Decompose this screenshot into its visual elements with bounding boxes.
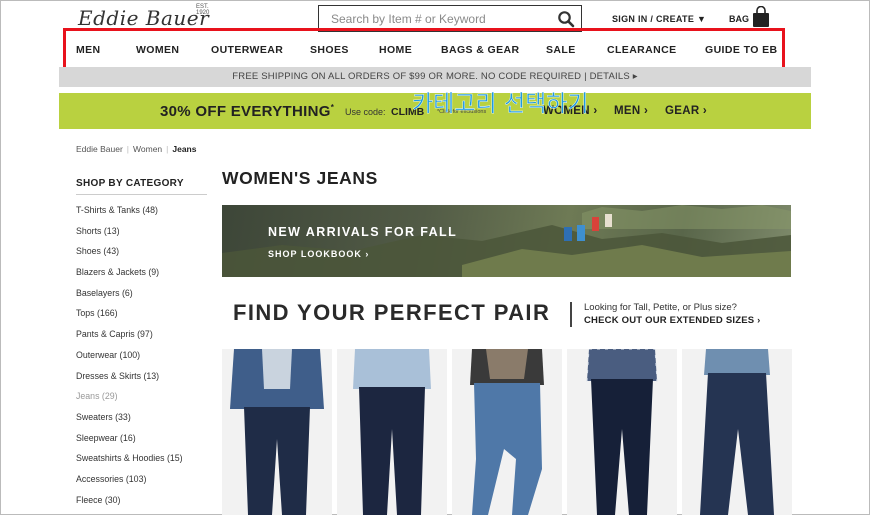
- extended-sizes-link[interactable]: CHECK OUT OUR EXTENDED SIZES ›: [584, 315, 761, 326]
- search-box: [318, 5, 582, 32]
- category-item[interactable]: Tops (166): [76, 307, 183, 328]
- breadcrumb-separator: |: [166, 144, 169, 154]
- hero-landscape-image: [222, 205, 791, 277]
- category-item[interactable]: Fleece (30): [76, 494, 183, 515]
- category-item[interactable]: Dresses & Skirts (13): [76, 370, 183, 391]
- jeans-fit-photo[interactable]: [567, 349, 677, 515]
- logo-text: Eddie Bauer: [78, 6, 210, 30]
- nav-item-sale[interactable]: SALE: [546, 44, 576, 56]
- find-pair-divider: [570, 302, 572, 327]
- logo-est: EST. 1920: [196, 4, 210, 16]
- find-your-pair-title: FIND YOUR PERFECT PAIR: [233, 300, 551, 325]
- nav-item-home[interactable]: HOME: [379, 44, 412, 56]
- category-item[interactable]: Accessories (103): [76, 473, 183, 494]
- extended-sizes-question: Looking for Tall, Petite, or Plus size?: [584, 302, 737, 313]
- promo-link-gear[interactable]: GEAR ›: [665, 105, 707, 117]
- breadcrumb-separator: |: [126, 144, 130, 154]
- model-chambray-shirt-image: [337, 349, 447, 515]
- breadcrumb-item-women[interactable]: Women: [133, 144, 162, 154]
- jeans-fit-gallery: [222, 349, 792, 515]
- category-item[interactable]: Pants & Capris (97): [76, 328, 183, 349]
- search-input[interactable]: [319, 6, 549, 31]
- promo-code-label: Use code:: [345, 107, 386, 117]
- category-item[interactable]: Shoes (43): [76, 245, 183, 266]
- shop-lookbook-link[interactable]: SHOP LOOKBOOK ›: [268, 249, 369, 259]
- breadcrumb-current: Jeans: [172, 144, 197, 154]
- model-denim-jacket-image: [222, 349, 332, 515]
- annotation-overlay-text: 카테고리 선택하기: [412, 91, 589, 117]
- breadcrumb-item-home[interactable]: Eddie Bauer: [76, 144, 123, 154]
- bag-link[interactable]: BAG: [729, 14, 749, 24]
- breadcrumb: Eddie Bauer | Women | Jeans: [76, 144, 196, 154]
- sidebar-heading: SHOP BY CATEGORY: [76, 178, 184, 189]
- nav-item-men[interactable]: MEN: [76, 44, 101, 56]
- category-item-current[interactable]: Jeans (29): [76, 390, 183, 411]
- sidebar-divider: [76, 194, 207, 195]
- category-list: T-Shirts & Tanks (48) Shorts (13) Shoes …: [76, 204, 183, 514]
- nav-item-bags-gear[interactable]: BAGS & GEAR: [441, 44, 520, 56]
- category-item[interactable]: Shorts (13): [76, 225, 183, 246]
- promo-link-men[interactable]: MEN ›: [614, 105, 648, 117]
- model-blue-tee-image: [682, 349, 792, 515]
- main-nav: MEN WOMEN OUTERWEAR SHOES HOME BAGS & GE…: [60, 36, 784, 65]
- nav-item-outerwear[interactable]: OUTERWEAR: [211, 44, 283, 56]
- nav-item-shoes[interactable]: SHOES: [310, 44, 349, 56]
- page-title: WOMEN'S JEANS: [222, 168, 378, 188]
- category-item[interactable]: Baselayers (6): [76, 287, 183, 308]
- search-icon[interactable]: [557, 10, 575, 28]
- hero-title: NEW ARRIVALS FOR FALL: [268, 225, 458, 239]
- shopping-bag-icon[interactable]: [752, 6, 770, 28]
- jeans-fit-photo[interactable]: [222, 349, 332, 515]
- category-item[interactable]: Sweaters (33): [76, 411, 183, 432]
- category-item[interactable]: Sleepwear (16): [76, 432, 183, 453]
- model-plaid-shirt-image: [567, 349, 677, 515]
- lookbook-hero-banner[interactable]: NEW ARRIVALS FOR FALL SHOP LOOKBOOK ›: [222, 205, 791, 277]
- category-item[interactable]: Sweatshirts & Hoodies (15): [76, 452, 183, 473]
- category-item[interactable]: Blazers & Jackets (9): [76, 266, 183, 287]
- eddie-bauer-logo[interactable]: Eddie Bauer EST. 1920: [78, 4, 218, 30]
- jeans-fit-photo[interactable]: [682, 349, 792, 515]
- category-item[interactable]: Outerwear (100): [76, 349, 183, 370]
- category-item[interactable]: T-Shirts & Tanks (48): [76, 204, 183, 225]
- nav-item-women[interactable]: WOMEN: [136, 44, 179, 56]
- promo-headline: 30% OFF EVERYTHING*: [160, 103, 335, 120]
- jeans-fit-photo[interactable]: [337, 349, 447, 515]
- promo-headline-mark: *: [330, 103, 335, 112]
- nav-item-guide-to-eb[interactable]: GUIDE TO EB: [705, 44, 777, 56]
- model-print-top-image: [452, 349, 562, 515]
- jeans-fit-photo[interactable]: [452, 349, 562, 515]
- sign-in-link[interactable]: SIGN IN / CREATE ▼: [612, 14, 706, 24]
- nav-item-clearance[interactable]: CLEARANCE: [607, 44, 677, 56]
